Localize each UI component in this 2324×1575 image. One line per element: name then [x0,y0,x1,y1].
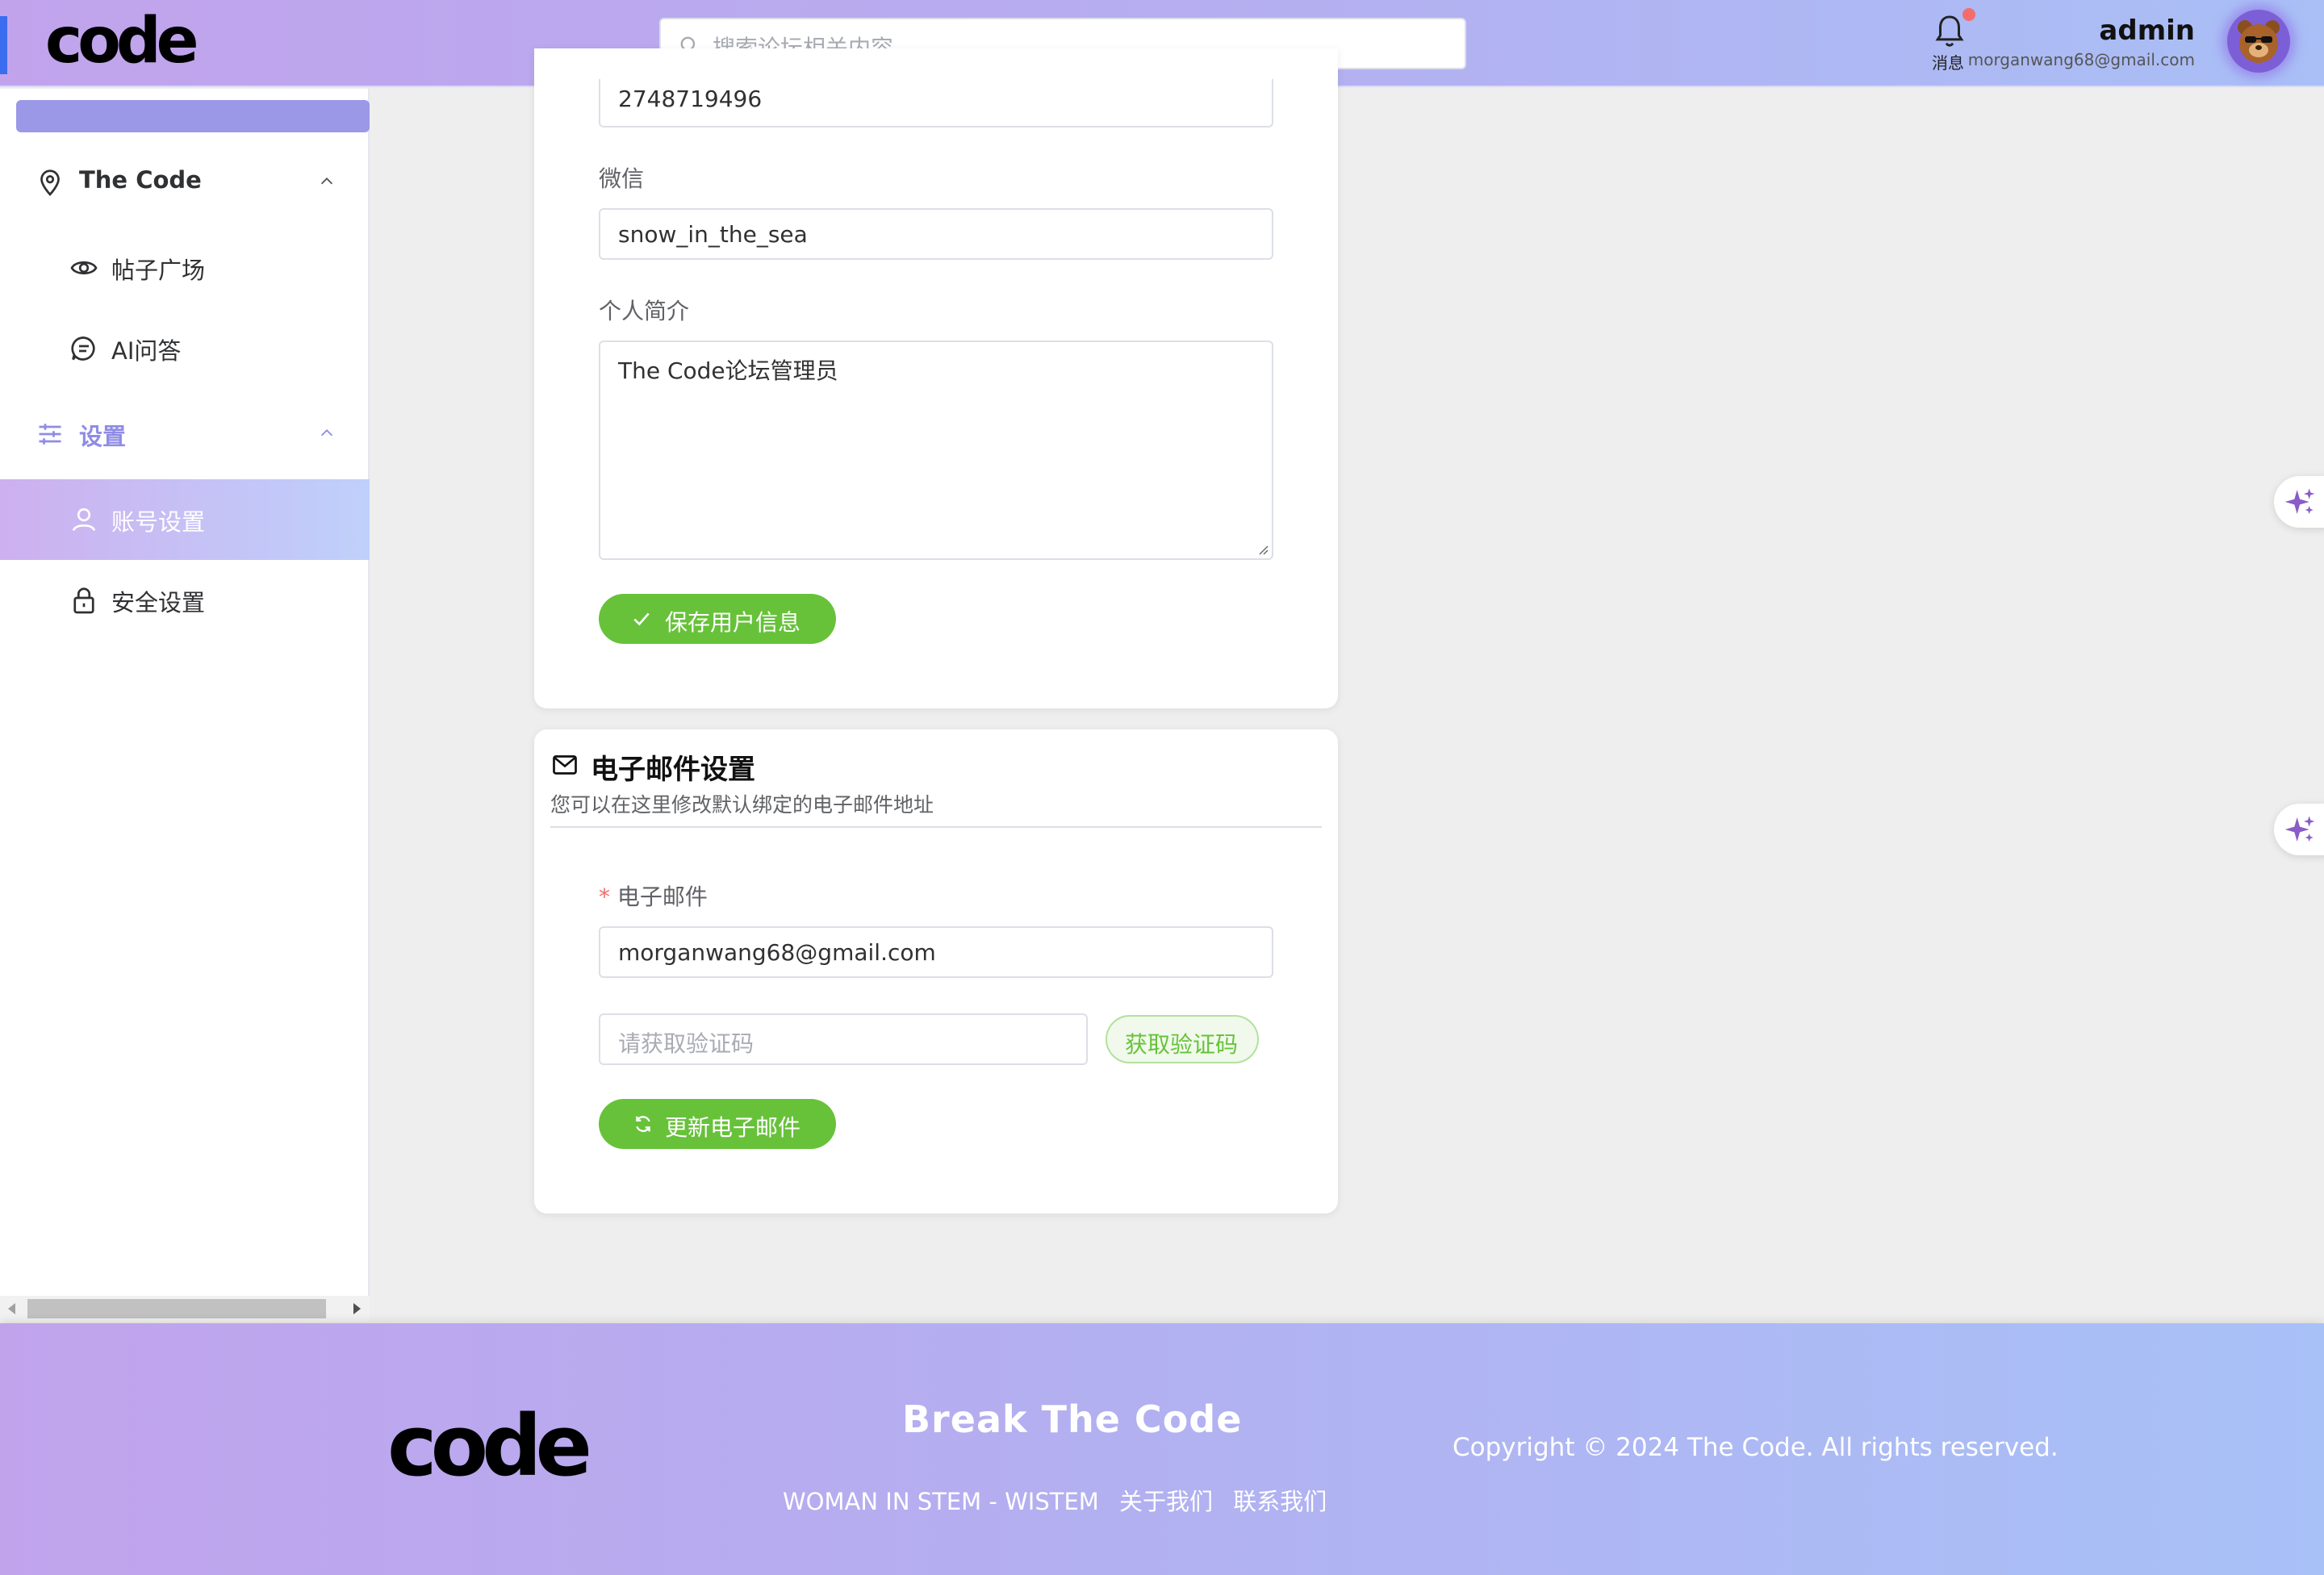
bell-icon[interactable] [1933,13,1966,50]
scrollbar-thumb[interactable] [27,1299,326,1318]
update-email-label: 更新电子邮件 [665,1114,801,1141]
resize-handle-icon[interactable] [1257,544,1269,555]
eye-icon [70,261,98,275]
bio-value: The Code论坛管理员 [618,357,838,384]
bio-textarea[interactable]: The Code论坛管理员 [599,340,1273,560]
sidebar-group-label: The Code [79,166,202,194]
ai-assistant-float-button[interactable] [2274,804,2324,855]
footer-link-about[interactable]: 关于我们 [1119,1488,1213,1515]
email-field[interactable]: morganwang68@gmail.com [599,926,1273,978]
wechat-label: 微信 [599,165,645,192]
footer-link-wistem[interactable]: WOMAN IN STEM - WISTEM [783,1488,1099,1515]
sidebar-item-label: 帖子广场 [111,257,206,284]
qq-value: 2748719496 [618,86,763,112]
user-name[interactable]: admin [2099,15,2195,47]
sidebar-item-label: AI问答 [111,337,182,365]
email-section-title: 电子邮件设置 [591,754,755,786]
save-profile-label: 保存用户信息 [665,609,801,636]
chat-bubble-icon [71,336,95,361]
save-profile-button[interactable]: 保存用户信息 [599,594,836,644]
scroll-left-arrow-icon[interactable] [8,1303,15,1314]
email-label-text: 电子邮件 [617,884,708,910]
footer: code Break The Code WOMAN IN STEM - WIST… [0,1323,2324,1575]
update-email-button[interactable]: 更新电子邮件 [599,1099,836,1149]
profile-info-card: 2748719496 微信 snow_in_the_sea 个人简介 The C… [534,48,1338,708]
sidebar-item-label: 账号设置 [111,508,206,536]
sidebar: The Code 帖子广场 AI问答 设置 账号设置 安全设置 [0,89,370,1322]
sidebar-item-security-settings[interactable]: 安全设置 [0,560,370,641]
footer-slogan: Break The Code [902,1397,1243,1441]
sidebar-group-the-code[interactable]: The Code [0,142,370,223]
refresh-icon [636,1116,650,1132]
user-email: morganwang68@gmail.com [1967,50,2195,69]
site-logo[interactable]: code [45,10,199,73]
sidebar-item-account-settings[interactable]: 账号设置 [0,479,370,560]
verification-code-input[interactable]: 请获取验证码 [599,1013,1088,1065]
qq-field[interactable]: 2748719496 [599,79,1273,127]
chevron-up-icon [320,429,333,437]
lock-icon [73,587,94,614]
header-accent-bar [0,16,7,74]
wechat-value: snow_in_the_sea [618,221,808,248]
notification-dot [1962,8,1975,21]
footer-copyright: Copyright © 2024 The Code. All rights re… [1452,1433,2059,1462]
email-settings-card: 电子邮件设置 您可以在这里修改默认绑定的电子邮件地址 * 电子邮件 morgan… [534,729,1338,1214]
footer-links: WOMAN IN STEM - WISTEM 关于我们 联系我们 [783,1483,1340,1517]
section-divider [550,826,1322,828]
sidebar-horizontal-scrollbar[interactable] [0,1296,370,1322]
sidebar-item-post-square[interactable]: 帖子广场 [0,228,370,308]
ai-assistant-float-button[interactable] [2274,476,2324,528]
avatar[interactable] [2227,10,2290,73]
footer-logo[interactable]: code [387,1404,592,1488]
email-section-subtitle: 您可以在这里修改默认绑定的电子邮件地址 [550,793,934,817]
email-label: * 电子邮件 [599,879,708,912]
sliders-icon [39,424,61,445]
get-code-label: 获取验证码 [1125,1031,1239,1058]
get-code-button[interactable]: 获取验证码 [1106,1015,1259,1063]
wechat-field[interactable]: snow_in_the_sea [599,208,1273,260]
sparkle-icon [2284,488,2315,514]
sidebar-item-label: 安全设置 [111,589,206,616]
sidebar-group-label: 设置 [79,423,127,450]
bell-label: 消息 [1932,53,1964,73]
bear-avatar-icon [2238,20,2280,63]
sidebar-group-settings[interactable]: 设置 [0,394,370,474]
scroll-right-arrow-icon[interactable] [353,1303,361,1314]
envelope-icon [553,755,577,775]
sidebar-item-ai-qa[interactable]: AI问答 [0,308,370,389]
sidebar-top-bar [16,100,370,132]
email-value: morganwang68@gmail.com [618,939,936,966]
verification-code-placeholder: 请获取验证码 [618,1030,754,1057]
chevron-up-icon [320,178,333,185]
sparkle-icon [2284,816,2315,842]
required-mark: * [599,884,610,910]
bio-label: 个人简介 [599,298,690,324]
location-pin-icon [40,169,60,196]
user-icon [72,508,96,532]
footer-link-contact[interactable]: 联系我们 [1233,1488,1327,1515]
check-icon [633,612,650,626]
